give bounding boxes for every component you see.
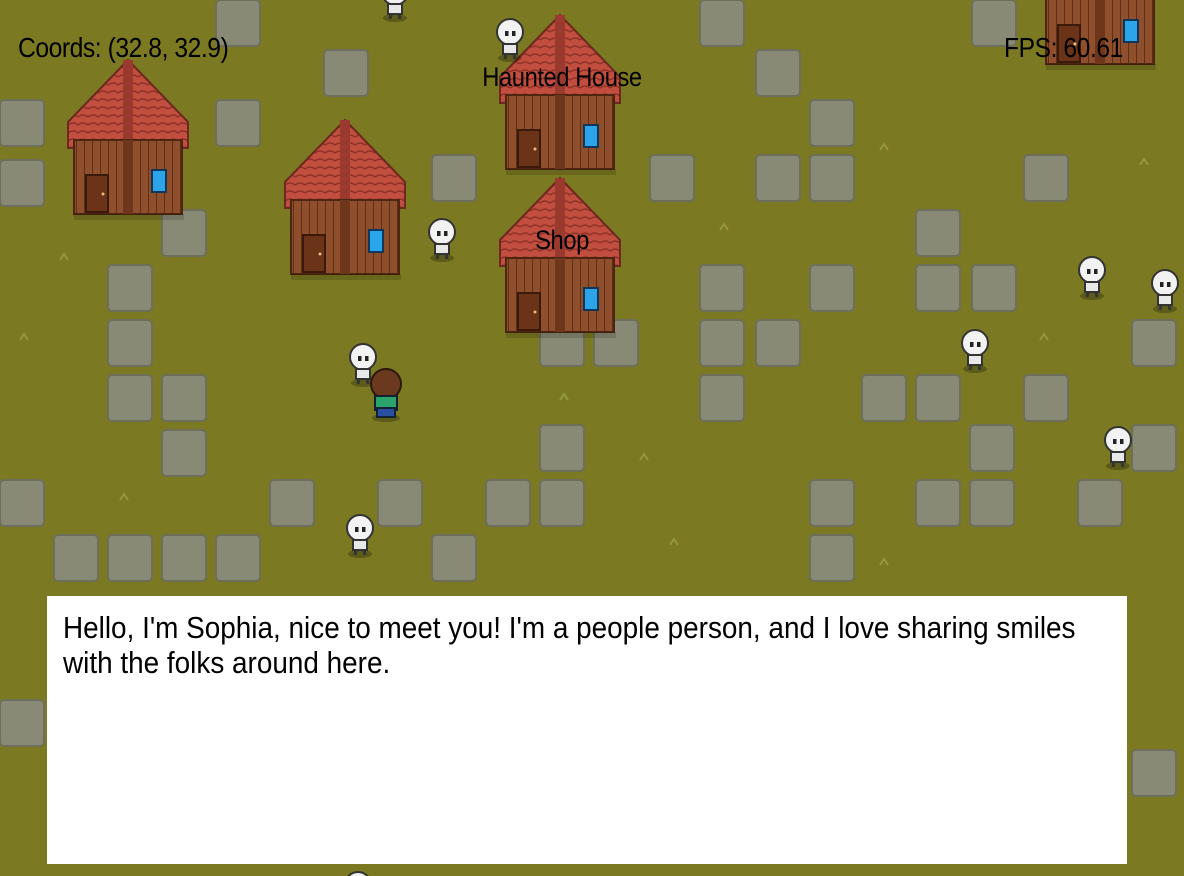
haunted-house-label: Haunted House — [482, 62, 642, 92]
skeleton-enemy[interactable] — [1150, 268, 1180, 315]
skeleton-enemy[interactable] — [345, 513, 375, 560]
fps-counter: FPS: 60.61 — [1004, 32, 1123, 63]
skeleton-enemy[interactable] — [1103, 425, 1133, 472]
dialog-box[interactable]: Hello, I'm Sophia, nice to meet you! I'm… — [47, 596, 1127, 864]
skeleton-enemy[interactable] — [427, 217, 457, 264]
skeleton-enemy[interactable] — [1077, 255, 1107, 302]
shop-label: Shop — [535, 225, 589, 255]
dialog-text: Hello, I'm Sophia, nice to meet you! I'm… — [63, 610, 1076, 680]
skeleton-enemy[interactable] — [960, 328, 990, 375]
coords-display: Coords: (32.8, 32.9) — [18, 32, 229, 63]
skeleton-enemy[interactable] — [495, 17, 525, 64]
